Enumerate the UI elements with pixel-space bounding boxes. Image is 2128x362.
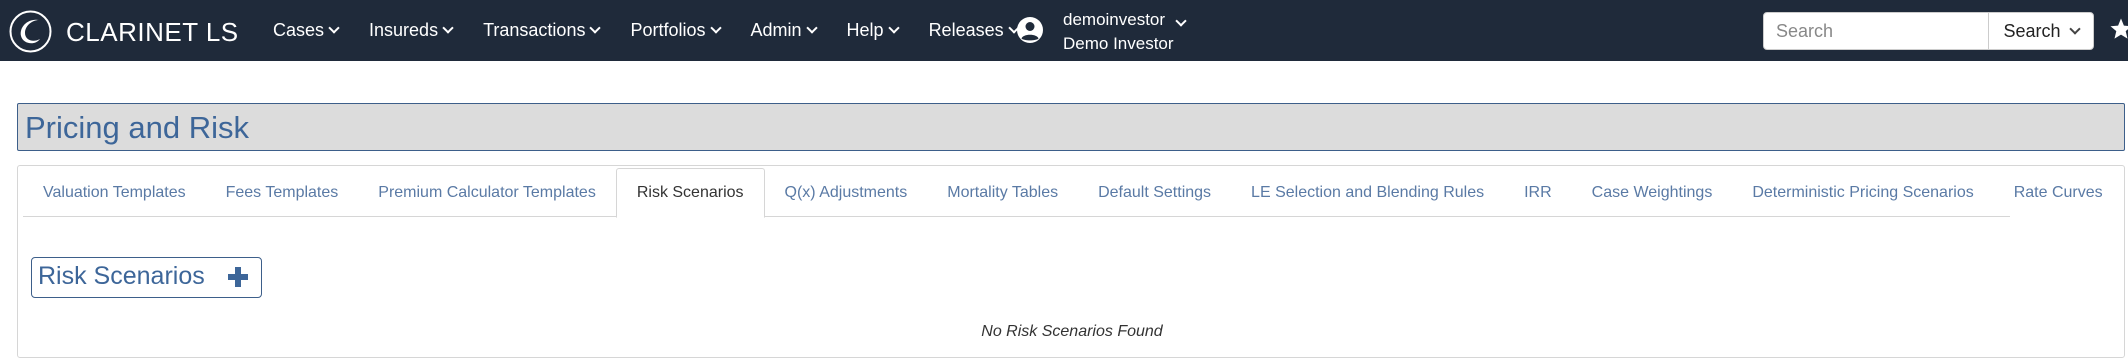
tab-rate-curves[interactable]: Rate Curves: [1994, 168, 2123, 217]
chevron-down-icon: [709, 22, 722, 34]
page-header: Pricing and Risk: [17, 103, 2125, 151]
chevron-down-icon: [887, 22, 900, 34]
page-title: Pricing and Risk: [25, 110, 249, 145]
tab-mortality-tables[interactable]: Mortality Tables: [927, 168, 1078, 217]
top-navbar: CLARINET LS Cases Insureds Transactions …: [0, 0, 2128, 61]
nav-insureds-label: Insureds: [369, 20, 439, 40]
nav-cases[interactable]: Cases: [273, 20, 340, 41]
tab-case-weightings[interactable]: Case Weightings: [1572, 168, 1733, 217]
chevron-down-icon[interactable]: [1175, 15, 1187, 27]
section-header: Risk Scenarios: [31, 257, 262, 298]
nav-transactions[interactable]: Transactions: [483, 20, 602, 41]
brand-name[interactable]: CLARINET LS: [66, 17, 239, 48]
user-avatar-icon[interactable]: [1016, 16, 1044, 44]
search-button-label: Search: [2003, 20, 2061, 41]
nav-admin[interactable]: Admin: [750, 20, 818, 41]
star-icon[interactable]: [2109, 16, 2128, 42]
nav-help-label: Help: [846, 20, 884, 40]
tab-bar: Valuation Templates Fees Templates Premi…: [23, 168, 2103, 218]
tab-default-settings[interactable]: Default Settings: [1078, 168, 1231, 217]
nav-portfolios-label: Portfolios: [630, 20, 706, 40]
tab-qx-adjustments[interactable]: Q(x) Adjustments: [765, 168, 928, 217]
section-title: Risk Scenarios: [38, 262, 205, 290]
chevron-down-icon: [2068, 22, 2081, 35]
search-button[interactable]: Search: [1988, 12, 2094, 50]
nav-portfolios[interactable]: Portfolios: [630, 20, 722, 41]
user-menu[interactable]: demoinvestor Demo Investor: [1063, 8, 1174, 56]
user-display-name: Demo Investor: [1063, 34, 1174, 53]
tab-irr[interactable]: IRR: [1504, 168, 1572, 217]
chevron-down-icon: [328, 22, 340, 34]
nav-transactions-label: Transactions: [483, 20, 586, 40]
tab-fees-templates[interactable]: Fees Templates: [206, 168, 359, 217]
nav-help[interactable]: Help: [846, 20, 900, 41]
tab-premium-calculator-templates[interactable]: Premium Calculator Templates: [358, 168, 616, 217]
nav-cases-label: Cases: [273, 20, 325, 40]
tab-le-selection-blending-rules[interactable]: LE Selection and Blending Rules: [1231, 168, 1504, 217]
search-input[interactable]: [1763, 12, 1989, 50]
nav-releases[interactable]: Releases: [928, 20, 1020, 41]
main-menu: Cases Insureds Transactions Portfolios A…: [273, 0, 1049, 61]
empty-state-message: No Risk Scenarios Found: [981, 323, 1163, 340]
tab-deterministic-pricing-scenarios[interactable]: Deterministic Pricing Scenarios: [1732, 168, 1993, 217]
username: demoinvestor: [1063, 10, 1166, 29]
chevron-down-icon: [805, 22, 818, 34]
tab-risk-scenarios[interactable]: Risk Scenarios: [615, 168, 765, 218]
tab-valuation-templates[interactable]: Valuation Templates: [23, 168, 206, 217]
clarinet-logo-icon[interactable]: [9, 10, 52, 53]
nav-insureds[interactable]: Insureds: [369, 20, 454, 41]
chevron-down-icon: [589, 22, 602, 34]
chevron-down-icon: [442, 22, 454, 34]
nav-admin-label: Admin: [750, 20, 802, 40]
content-panel: Valuation Templates Fees Templates Premi…: [17, 165, 2125, 358]
nav-releases-label: Releases: [928, 20, 1004, 40]
add-icon[interactable]: [227, 266, 249, 288]
